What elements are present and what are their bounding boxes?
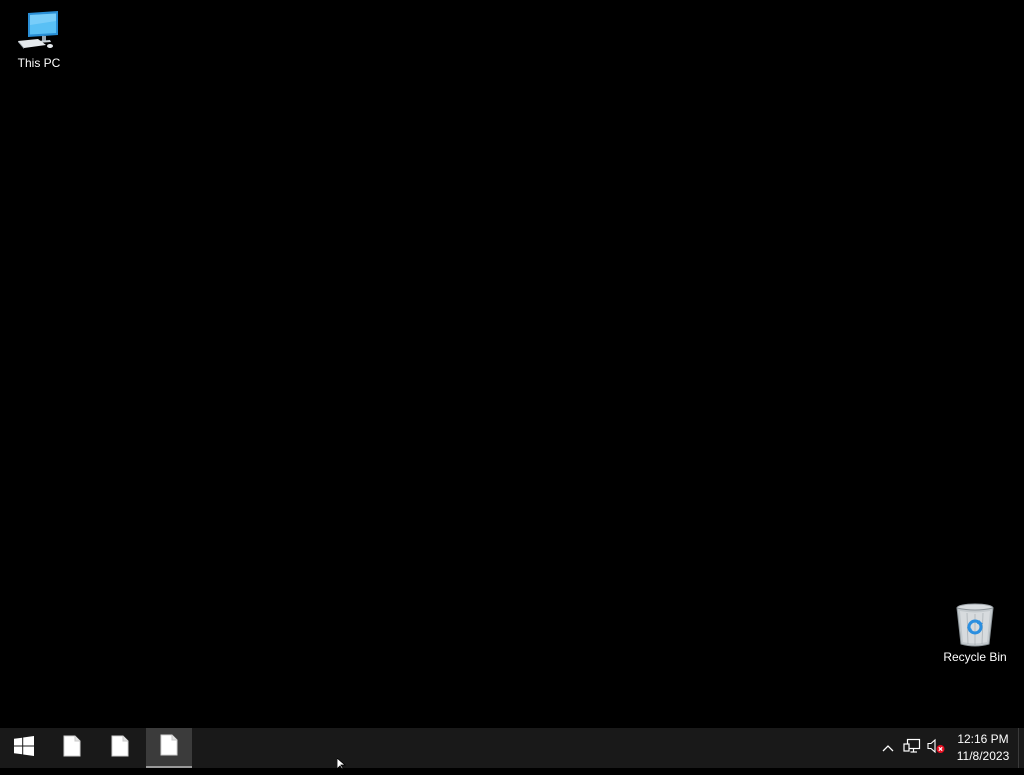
document-icon <box>160 734 178 761</box>
network-icon <box>903 738 921 759</box>
system-tray: 12:16 PM 11/8/2023 <box>876 728 1024 768</box>
network-button[interactable] <box>900 728 924 768</box>
taskbar-app-document-1[interactable] <box>48 728 96 768</box>
windows-logo-icon <box>14 735 34 761</box>
speaker-muted-icon <box>927 738 945 759</box>
show-desktop-button[interactable] <box>1018 728 1024 768</box>
document-icon <box>63 735 81 762</box>
document-icon <box>111 735 129 762</box>
taskbar: 12:16 PM 11/8/2023 <box>0 728 1024 768</box>
chevron-up-icon <box>882 739 894 757</box>
desktop[interactable]: This PC Recycle Bin <box>0 0 1024 728</box>
computer-icon <box>15 8 63 54</box>
volume-button[interactable] <box>924 728 948 768</box>
desktop-icon-this-pc[interactable]: This PC <box>2 8 76 70</box>
clock-time: 12:16 PM <box>957 732 1009 746</box>
desktop-icon-recycle-bin[interactable]: Recycle Bin <box>938 602 1012 664</box>
clock-button[interactable]: 12:16 PM 11/8/2023 <box>948 728 1018 768</box>
taskbar-app-document-2[interactable] <box>96 728 144 768</box>
taskbar-app-document-3-active[interactable] <box>146 728 192 768</box>
desktop-icon-label: This PC <box>17 56 61 70</box>
mouse-cursor-icon <box>336 757 349 775</box>
show-hidden-icons-button[interactable] <box>876 728 900 768</box>
clock-date: 11/8/2023 <box>956 749 1010 763</box>
desktop-icon-label: Recycle Bin <box>943 650 1007 664</box>
start-button[interactable] <box>0 728 48 768</box>
recycle-bin-icon <box>951 602 999 648</box>
